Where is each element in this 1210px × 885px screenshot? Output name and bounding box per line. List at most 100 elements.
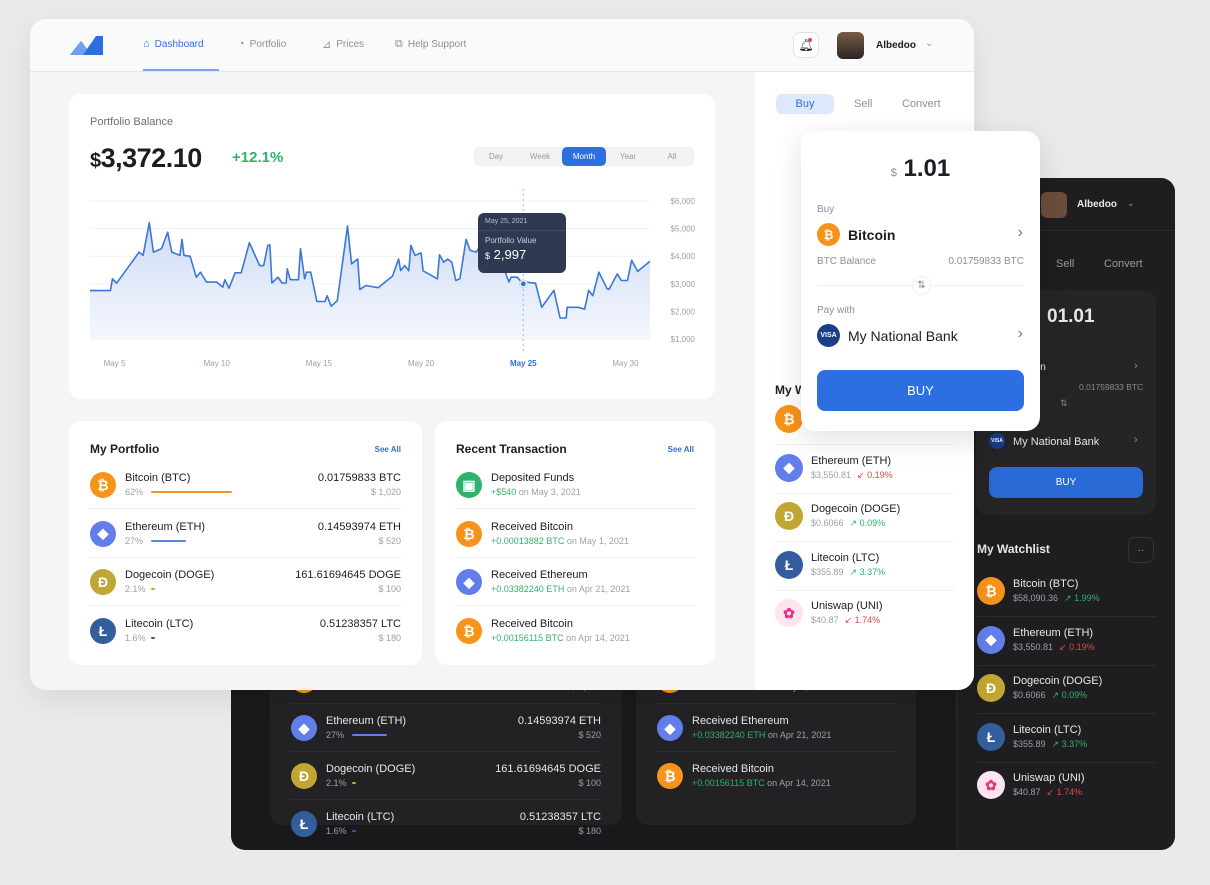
watchlist-row[interactable]: Ł Litecoin (LTC) $355.89 ↗ 3.37% [957,715,1175,763]
transaction-date: on May 3, 2021 [518,487,581,497]
balance-chart[interactable]: $6,000 $5,000 $4,000 $3,000 $2,000 $1,000 May … [69,184,715,384]
avatar[interactable] [1041,192,1067,218]
highlight-point[interactable] [520,281,526,287]
coin-name: Dogecoin (DOGE) [125,569,215,581]
see-all-link[interactable]: See All [668,445,694,454]
x-tick-label: May 30 [612,359,639,368]
range-all[interactable]: All [650,147,694,166]
usd-value: $ 100 [578,778,601,788]
transaction-detail: +0.03382240 ETH on Apr 21, 2021 [491,584,630,594]
portfolio-row[interactable]: ₿ Bitcoin (BTC) 62% 0.01759833 BTC $ 1,020 [69,461,422,509]
trend-icon: ⊿ [322,39,332,51]
coin-name: Ethereum (ETH) [1013,626,1094,639]
see-all-link[interactable]: See All [375,445,401,454]
asset-selector[interactable]: ₿ Bitcoin › [817,223,1023,247]
eth-icon: ◆ [291,715,317,741]
price-change: 0.09% [859,518,886,528]
transaction-amount: +0.03382240 [692,730,745,740]
range-year[interactable]: Year [606,147,650,166]
tab-convert[interactable]: Convert [902,98,941,110]
coin-price: $3,550.81 [1013,641,1054,652]
arrow-up-right-icon: ↗ [1064,593,1075,603]
nav-label: Dashboard [154,38,204,50]
transaction-row[interactable]: ₿ Received Bitcoin +0.00013882 BTC on May … [435,510,715,558]
chevron-right-icon[interactable]: › [1134,434,1138,446]
watchlist-row[interactable]: ✿ Uniswap (UNI) $40.87 ↙ 1.74% [755,591,974,639]
coin-price: $40.87 [1013,787,1041,797]
transaction-row[interactable]: ◆ Received Ethereum +0.03382240 ETH on Apr… [636,704,916,752]
tab-sell[interactable]: Sell [854,98,872,110]
usd-value: $ 520 [378,535,401,546]
eth-icon: ◆ [90,520,116,547]
range-day[interactable]: Day [474,147,518,166]
transaction-row[interactable]: ▣ Deposited Funds +$540 on May 3, 2021 [435,461,715,509]
portfolio-row[interactable]: Ł Litecoin (LTC) 1.6% 0.51238357 LTC $ 180 [270,800,622,848]
nav-dashboard[interactable]: ⌂ Dashboard [143,38,204,50]
active-nav-underline [143,69,219,71]
y-tick-label: $1,000 [671,335,696,344]
coin-name: Bitcoin (BTC) [1013,578,1079,590]
watchlist-row[interactable]: ✿ Uniswap (UNI) $40.87 ↙ 1.74% [957,763,1175,811]
dark-pay-method[interactable]: My National Bank [1013,436,1099,448]
card-title: Recent Transaction [456,442,567,456]
portfolio-row[interactable]: ◆ Ethereum (ETH) 27% 0.14593974 ETH $ 520 [69,510,422,558]
chevron-right-icon: › [1017,325,1023,342]
swap-icon[interactable]: ⇅ [1060,398,1068,409]
y-tick-label: $2,000 [671,307,696,316]
dark-tab-sell[interactable]: Sell [1056,258,1074,270]
watchlist-row[interactable]: Ð Dogecoin (DOGE) $0.6066 ↗ 0.09% [755,494,974,542]
nav-label: Help Support [407,39,467,50]
portfolio-row[interactable]: ◆ Ethereum (ETH) 27% 0.14593974 ETH $ 520 [270,704,622,752]
price-line: $40.87 ↙ 1.74% [1013,787,1082,798]
transaction-title: Received Bitcoin [491,617,573,630]
range-week[interactable]: Week [518,147,562,166]
nav-prices[interactable]: ⊿ Prices [322,38,364,51]
y-tick-label: $3,000 [671,280,696,289]
transaction-row[interactable]: ◆ Received Ethereum +0.03382240 ETH on Apr… [435,558,715,606]
coin-name: Ethereum (ETH) [811,454,892,467]
transaction-detail: +0.00156115 BTC on Apr 14, 2021 [692,778,831,788]
avatar[interactable] [837,32,864,59]
notification-bell-button[interactable]: 🔔︎ [793,32,819,58]
more-options-button[interactable]: ·· [1128,537,1154,563]
nav-help-support[interactable]: ⧉ Help Support [395,38,466,51]
watchlist-row[interactable]: ◆ Ethereum (ETH) $3,550.81 ↙ 0.19% [755,446,974,494]
dark-tab-convert[interactable]: Convert [1104,258,1143,270]
nav-portfolio[interactable]: ◔ Portfolio [238,38,286,50]
chevron-down-icon[interactable]: ⌄ [1127,198,1135,209]
x-tick-label: May 5 [104,359,126,368]
transaction-detail: +0.03382240 ETH on Apr 21, 2021 [692,730,831,740]
transaction-row[interactable]: ₿ Received Bitcoin +0.00156115 BTC on Apr … [636,752,916,800]
user-name[interactable]: Albedoo [1077,199,1117,210]
portfolio-balance-card: Portfolio Balance $3,372.10 +12.1% Day We… [69,94,715,399]
dark-amount[interactable]: 01.01 [1047,306,1095,328]
transaction-date: on Apr 14, 2021 [566,632,630,643]
coin-name: Dogecoin (DOGE) [326,763,416,775]
usd-value: $ 180 [378,632,401,643]
watchlist-row[interactable]: ◆ Ethereum (ETH) $3,550.81 ↙ 0.19% [957,618,1175,666]
dark-buy-button[interactable]: BUY [989,467,1143,498]
watchlist-row[interactable]: Ł Litecoin (LTC) $355.89 ↗ 3.37% [755,543,974,591]
range-month[interactable]: Month [562,147,606,166]
coin-name: Bitcoin (BTC) [125,472,191,484]
buy-amount-input[interactable]: 1.01 [904,155,951,182]
buy-button[interactable]: BUY [817,370,1024,411]
my-portfolio-card: My Portfolio See All ₿ Bitcoin (BTC) 62% 0.01… [69,421,422,665]
portfolio-row[interactable]: Ð Dogecoin (DOGE) 2.1% 161.61694645 DOGE $ 1… [270,752,622,800]
eth-icon: ◆ [456,569,482,595]
transaction-date: on Apr 21, 2021 [566,584,631,594]
tab-buy[interactable]: Buy [776,94,834,114]
payment-method-selector[interactable]: VISA My National Bank › [817,324,1023,348]
transaction-row[interactable]: ₿ Received Bitcoin +0.00156115 BTC on Apr … [435,607,715,655]
allocation-percent: 2.1% [326,778,347,788]
logo-icon[interactable] [70,36,103,55]
swap-icon[interactable]: ⇅ [912,276,931,295]
watchlist-row[interactable]: Ð Dogecoin (DOGE) $0.6066 ↗ 0.09% [957,666,1175,714]
watchlist-row[interactable]: ₿ Bitcoin (BTC) $58,090.36 ↗ 1.99% [957,569,1175,617]
chevron-down-icon[interactable]: ⌄ [925,38,933,49]
chevron-right-icon[interactable]: › [1134,360,1138,372]
user-name[interactable]: Albedoo [876,40,916,51]
portfolio-row[interactable]: Ł Litecoin (LTC) 1.6% 0.51238357 LTC $ 180 [69,607,422,655]
coin-name: Ethereum (ETH) [125,520,206,533]
portfolio-row[interactable]: Ð Dogecoin (DOGE) 2.1% 161.61694645 DOGE $ 1… [69,558,422,606]
